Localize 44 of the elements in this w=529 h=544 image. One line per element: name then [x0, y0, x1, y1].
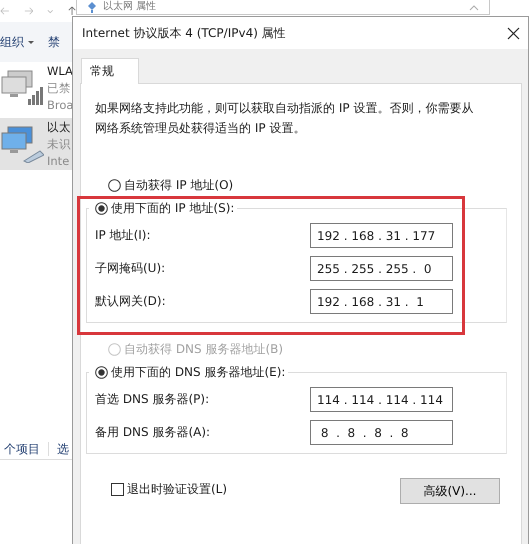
- network-adapter-icon: [0, 69, 44, 107]
- field-label: 首选 DNS 服务器(P):: [95, 391, 210, 408]
- adapter-device: Inte: [47, 152, 70, 170]
- command-button[interactable]: 组织: [0, 32, 34, 52]
- address-field[interactable]: 192 . 168 . 31 . 177: [310, 223, 453, 248]
- radio-button[interactable]: [95, 366, 108, 379]
- address-field[interactable]: 255 . 255 . 255 . 0: [310, 256, 453, 281]
- field-label: 子网掩码(U):: [95, 260, 166, 277]
- field-label: 备用 DNS 服务器(A):: [95, 424, 210, 441]
- adapter-name: WLA: [47, 62, 74, 80]
- radio-label: 自动获得 DNS 服务器地址(B): [124, 341, 284, 358]
- radio-button[interactable]: [108, 179, 121, 192]
- radio-label: 使用下面的 IP 地址(S):: [111, 200, 234, 217]
- radio-label: 自动获得 IP 地址(O): [124, 177, 234, 194]
- adapter-device: Broa: [47, 96, 74, 114]
- field-label: IP 地址(I):: [95, 227, 151, 244]
- dropdown-caret-icon: [47, 8, 54, 14]
- radio-button[interactable]: [95, 202, 108, 215]
- adapter-item[interactable]: WLA 已禁 Broa: [0, 62, 76, 114]
- adapter-status: 已禁: [47, 80, 72, 96]
- advanced-button[interactable]: 高级(V)...: [400, 478, 500, 504]
- checkbox[interactable]: [111, 482, 124, 496]
- adapter-name: 以太: [47, 118, 71, 136]
- network-adapter-icon: [0, 125, 44, 163]
- command-button[interactable]: 禁: [48, 32, 60, 52]
- status-text: 个项目: [4, 440, 40, 458]
- address-field[interactable]: 114 . 114 . 114 . 114: [310, 387, 453, 412]
- field-label: 默认网关(D):: [95, 293, 166, 310]
- checkbox-label: 退出时验证设置(L): [127, 480, 228, 498]
- back-arrow-icon: [0, 6, 10, 16]
- window-title: 以太网 属性: [103, 0, 156, 14]
- adapter-status: 未识: [47, 136, 71, 152]
- network-icon: [87, 1, 97, 13]
- forward-arrow-icon: [24, 6, 34, 16]
- radio-label: 使用下面的 DNS 服务器地址(E):: [111, 364, 286, 381]
- dialog-title: Internet 协议版本 4 (TCP/IPv4) 属性: [82, 24, 287, 42]
- address-field[interactable]: 192 . 168 . 31 . 1: [310, 289, 453, 314]
- up-arrow-icon: [68, 5, 76, 17]
- address-field[interactable]: 8 . 8 . 8 . 8: [310, 420, 453, 445]
- description-text: 如果网络支持此功能，则可以获取自动指派的 IP 设置。否则，你需要从网络系统管理员处获得适当的 IP 设置。: [95, 100, 474, 137]
- tab[interactable]: 常规: [81, 58, 139, 84]
- collapse-icon: [469, 3, 479, 11]
- status-text: 选: [57, 440, 69, 458]
- close-icon[interactable]: [507, 26, 520, 40]
